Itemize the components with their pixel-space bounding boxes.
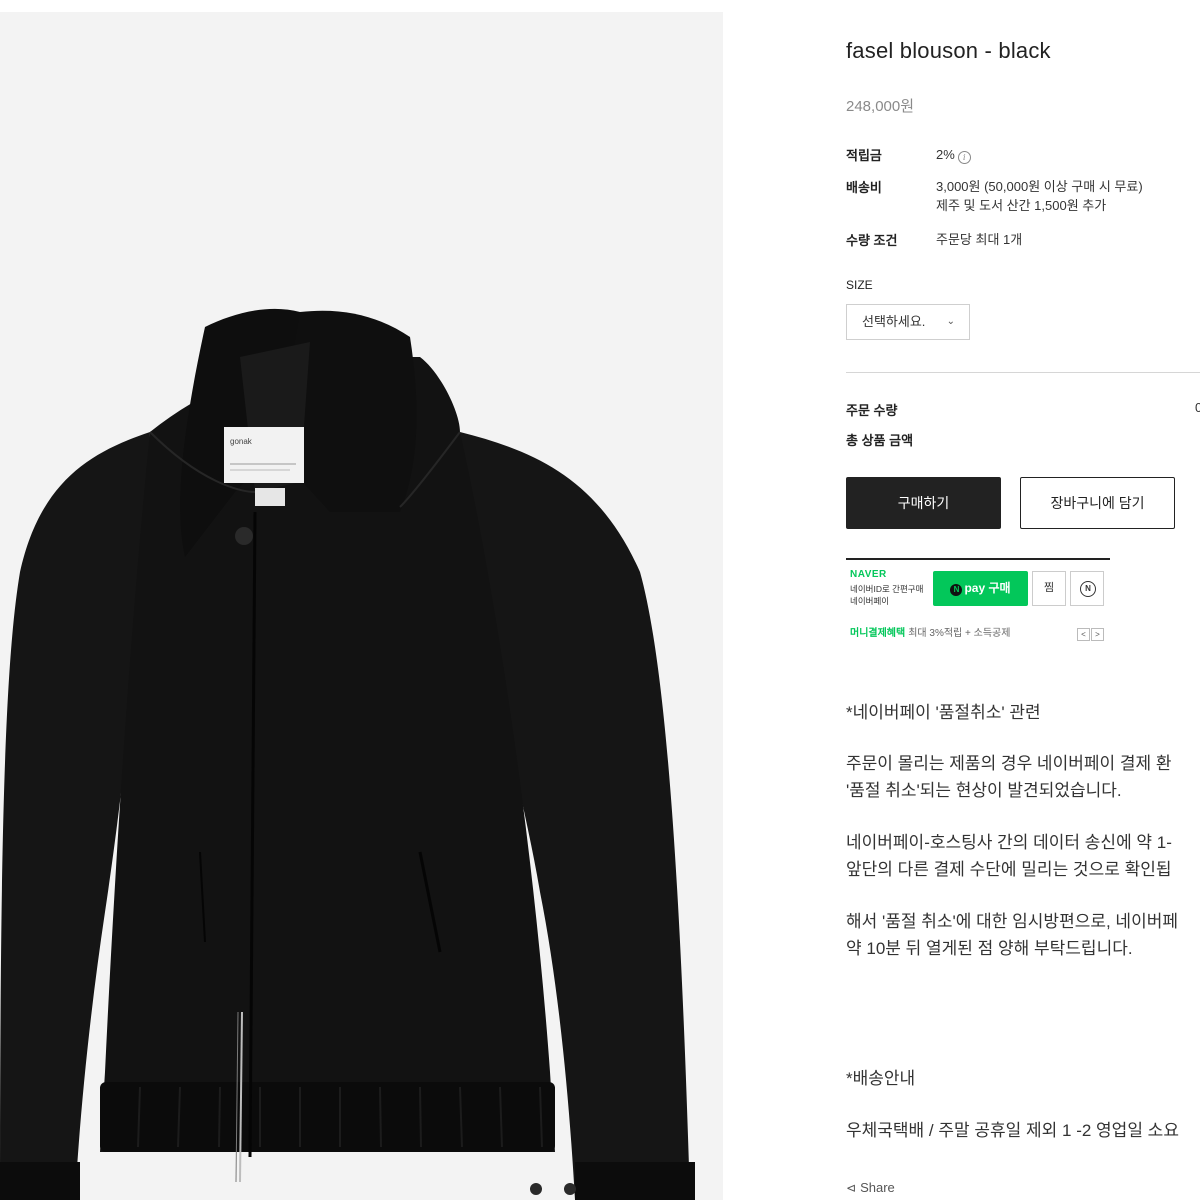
share-icon: ⊲ [846, 1181, 857, 1195]
naverpay-benefit-nav: < > [1076, 624, 1104, 642]
spec-value-text: 2% [936, 147, 955, 162]
chevron-right-icon[interactable]: > [1091, 628, 1104, 641]
notice-line: 앞단의 다른 결제 수단에 밀리는 것으로 확인됩 [846, 860, 1172, 879]
naverpay-desc-line: 네이버ID로 간편구매 [850, 584, 924, 594]
garment-label-text: gonak [230, 437, 253, 446]
naver-n-icon: N [1080, 581, 1096, 597]
spec-value: 2% i [936, 145, 971, 164]
naverpay-benefit: 머니결제혜택 최대 3%적립 + 소득공제 [850, 624, 1010, 639]
garment-label [224, 427, 304, 483]
notice-paragraph: 주문이 몰리는 제품의 경우 네이버페이 결제 환 '품절 취소'되는 현상이 … [846, 750, 1172, 804]
product-info-panel: fasel blouson - black 248,000원 적립금 2% i 배… [846, 0, 1200, 1200]
shipping-heading: *배송안내 [846, 1069, 916, 1088]
naverpay-n-icon: N [950, 584, 963, 596]
naverpay-top-line [846, 558, 1110, 560]
naverpay-wish-button[interactable]: 찜 [1032, 571, 1066, 606]
naverpay-buy-label: pay 구매 [964, 581, 1011, 595]
order-quantity-value: 0 [1195, 400, 1200, 415]
spec-label: 배송비 [846, 180, 882, 195]
spec-label: 수량 조건 [846, 233, 898, 248]
shipping-text: 우체국택배 / 주말 공휴일 제외 1 -2 영업일 소요 [846, 1121, 1179, 1140]
notice-line: '품절 취소'되는 현상이 발견되었습니다. [846, 781, 1122, 800]
share-label: Share [860, 1180, 895, 1195]
naverpay-benefit-text: 최대 3%적립 + 소득공제 [908, 628, 1011, 639]
size-select-value: 선택하세요. [862, 314, 926, 329]
buy-now-button[interactable]: 구매하기 [846, 477, 1001, 529]
notice-line: 네이버페이-호스팅사 간의 데이터 송신에 약 1- [846, 833, 1172, 852]
naverpay-benefit-title: 머니결제혜택 [850, 628, 906, 639]
spec-value-line: 3,000원 (50,000원 이상 구매 시 무료) [936, 179, 1143, 194]
info-icon[interactable]: i [957, 151, 971, 164]
notice-line: 약 10분 뒤 열게된 점 양해 부탁드립니다. [846, 939, 1133, 958]
order-quantity-label: 주문 수량 [846, 403, 898, 418]
notice-paragraph: 네이버페이-호스팅사 간의 데이터 송신에 약 1- 앞단의 다른 결제 수단에… [846, 829, 1172, 883]
notice-line: 주문이 몰리는 제품의 경우 네이버페이 결제 환 [846, 754, 1172, 773]
divider [846, 372, 1200, 373]
notice-paragraph: 해서 '품절 취소'에 대한 임시방편으로, 네이버페 약 10분 뒤 열게된 … [846, 908, 1178, 962]
product-title: fasel blouson - black [846, 38, 1051, 63]
naverpay-buy-button[interactable]: Npay 구매 [933, 571, 1028, 606]
notice-heading: *네이버페이 '품절취소' 관련 [846, 703, 1041, 722]
size-label: SIZE [846, 278, 873, 292]
jacket-illustration: gonak [0, 308, 695, 1200]
product-image: gonak [0, 12, 723, 1200]
product-price: 248,000원 [846, 98, 915, 115]
naverpay-widget: NAVER 네이버ID로 간편구매 네이버페이 Npay 구매 찜 N 머니결제… [846, 558, 1110, 644]
spec-value: 주문당 최대 1개 [936, 232, 1023, 247]
naverpay-description: 네이버ID로 간편구매 네이버페이 [850, 583, 923, 607]
chevron-left-icon[interactable]: < [1077, 628, 1090, 641]
naverpay-store-button[interactable]: N [1070, 571, 1104, 606]
spec-value: 3,000원 (50,000원 이상 구매 시 무료) 제주 및 도서 산간 1… [936, 177, 1143, 215]
add-to-cart-button[interactable]: 장바구니에 담기 [1020, 477, 1175, 529]
total-price-label: 총 상품 금액 [846, 433, 914, 448]
spec-value-line: 제주 및 도서 산간 1,500원 추가 [936, 198, 1107, 213]
notice-line: 해서 '품절 취소'에 대한 임시방편으로, 네이버페 [846, 912, 1178, 931]
naver-logo: NAVER [850, 569, 887, 580]
share-button[interactable]: ⊲ Share [846, 1180, 895, 1195]
spec-label: 적립금 [846, 148, 882, 163]
size-select[interactable]: 선택하세요. ⌄ [846, 304, 970, 340]
naverpay-desc-line: 네이버페이 [850, 596, 890, 606]
chevron-down-icon: ⌄ [946, 316, 955, 327]
